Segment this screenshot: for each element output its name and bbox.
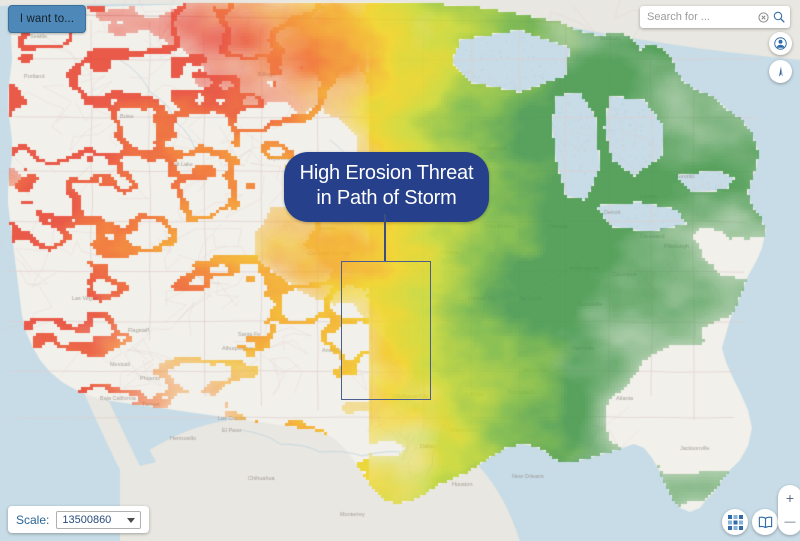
zoom-in-button[interactable]: +: [778, 485, 800, 510]
scale-dropdown[interactable]: 13500860: [56, 510, 142, 529]
zoom-control: + —: [778, 485, 800, 535]
chevron-down-icon: [127, 517, 136, 523]
scale-value: 13500860: [62, 513, 112, 526]
legend-book-icon[interactable]: [752, 509, 778, 535]
annotation-leader-line: [384, 214, 386, 262]
magnifier-icon[interactable]: [771, 10, 786, 25]
search-input[interactable]: [647, 11, 756, 23]
scale-label: Scale:: [16, 512, 50, 527]
basemap-gallery-icon[interactable]: [722, 509, 748, 535]
compass-north-icon[interactable]: [769, 60, 792, 83]
map-application: I want to... Search for ... High Erosion…: [0, 0, 800, 541]
annotation-line-2: in Path of Storm: [316, 187, 457, 209]
annotation-line-1: High Erosion Threat: [299, 162, 474, 184]
i-want-to-button[interactable]: I want to...: [8, 5, 86, 33]
locate-me-icon[interactable]: [769, 32, 792, 55]
clear-circle-icon[interactable]: [756, 10, 771, 25]
zoom-out-button[interactable]: —: [778, 510, 800, 535]
annotation-callout[interactable]: High Erosion Threat in Path of Storm: [284, 152, 489, 222]
scale-widget: Scale: 13500860: [8, 506, 150, 533]
area-of-interest-box[interactable]: [341, 261, 431, 400]
search-bar[interactable]: [640, 6, 790, 28]
i-want-to-label: I want to...: [19, 13, 75, 25]
